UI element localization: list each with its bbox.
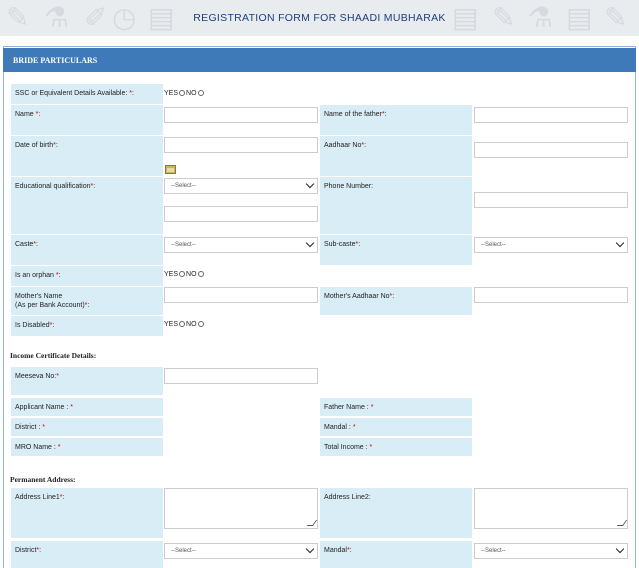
orphan-radio-group: YES NO bbox=[164, 271, 205, 278]
address-district-select[interactable]: --Select-- bbox=[164, 543, 318, 559]
aadhaar-label: Aadhaar No*: bbox=[320, 136, 472, 176]
ssc-no-radio[interactable] bbox=[197, 90, 204, 96]
chevron-down-icon bbox=[615, 544, 625, 554]
ssc-radio-group: YES NO bbox=[164, 90, 205, 97]
address-mandal-select[interactable]: --Select-- bbox=[474, 543, 628, 559]
disabled-yes-radio[interactable] bbox=[179, 321, 186, 327]
aadhaar-input[interactable] bbox=[474, 142, 628, 158]
mother-aadhaar-input[interactable] bbox=[474, 287, 628, 303]
section-title: BRIDE PARTICULARS bbox=[3, 48, 636, 72]
income-mandal-label: Mandal : * bbox=[320, 418, 472, 436]
address-district-label: District*: bbox=[11, 541, 163, 568]
calendar-icon[interactable] bbox=[165, 165, 176, 174]
address-line1-label: Address Line1*: bbox=[11, 488, 163, 538]
father-name-label: Name of the father*: bbox=[320, 105, 472, 135]
subcaste-label: Sub-caste*: bbox=[320, 235, 472, 265]
address-heading: Permanent Address: bbox=[10, 475, 76, 484]
mro-name-label: MRO Name : * bbox=[11, 438, 163, 456]
orphan-label: Is an orphan *: bbox=[11, 266, 163, 286]
address-mandal-label: Mandal*: bbox=[320, 541, 472, 568]
page-title: REGISTRATION FORM FOR SHAADI MUBHARAK bbox=[193, 12, 446, 24]
chevron-down-icon bbox=[305, 179, 315, 189]
income-district-label: District : * bbox=[11, 418, 163, 436]
meeseva-input[interactable] bbox=[164, 368, 318, 384]
chevron-down-icon bbox=[305, 238, 315, 248]
education-select[interactable]: --Select-- bbox=[164, 178, 318, 194]
caste-select[interactable]: --Select-- bbox=[164, 237, 318, 253]
mother-name-label: Mother's Name (As per Bank Account)*: bbox=[11, 287, 163, 315]
address-line2-textarea[interactable] bbox=[474, 488, 628, 529]
education-label: Educational qualification*: bbox=[11, 177, 163, 234]
address-line2-label: Address Line2: bbox=[320, 488, 472, 538]
phone-input[interactable] bbox=[474, 192, 628, 208]
ssc-label: SSC or Equivalent Details Available: *: bbox=[11, 84, 163, 104]
name-label: Name *: bbox=[11, 105, 163, 135]
applicant-name-label: Applicant Name : * bbox=[11, 398, 163, 416]
total-income-label: Total Income : * bbox=[320, 438, 472, 456]
chevron-down-icon bbox=[305, 544, 315, 554]
address-line1-textarea[interactable] bbox=[164, 488, 318, 529]
father-name-input[interactable] bbox=[474, 107, 628, 123]
disabled-no-radio[interactable] bbox=[197, 321, 204, 327]
income-heading: Income Certificate Details: bbox=[10, 351, 97, 360]
income-father-name-label: Father Name : * bbox=[320, 398, 472, 416]
meeseva-label: Meeseva No:* bbox=[11, 367, 163, 395]
disabled-radio-group: YES NO bbox=[164, 321, 205, 328]
mother-name-input[interactable] bbox=[164, 287, 318, 303]
page-banner: ✎ ⚗ ✐ ◷ ▤ ▤ ✎ ⚗ ▤ ✎ REGISTRATION FORM FO… bbox=[0, 0, 639, 36]
education-other-input[interactable] bbox=[164, 206, 318, 222]
phone-label: Phone Number: bbox=[320, 177, 472, 234]
dob-input[interactable] bbox=[164, 137, 318, 153]
orphan-yes-radio[interactable] bbox=[179, 271, 186, 277]
disabled-label: Is Disabled*: bbox=[11, 316, 163, 336]
ssc-yes-radio[interactable] bbox=[179, 90, 186, 96]
name-input[interactable] bbox=[164, 107, 318, 123]
caste-label: Caste*: bbox=[11, 235, 163, 265]
chevron-down-icon bbox=[615, 238, 625, 248]
orphan-no-radio[interactable] bbox=[197, 271, 204, 277]
subcaste-select[interactable]: --Select-- bbox=[474, 237, 628, 253]
dob-label: Date of birth*: bbox=[11, 136, 163, 176]
mother-aadhaar-label: Mother's Aadhaar No*: bbox=[320, 287, 472, 315]
